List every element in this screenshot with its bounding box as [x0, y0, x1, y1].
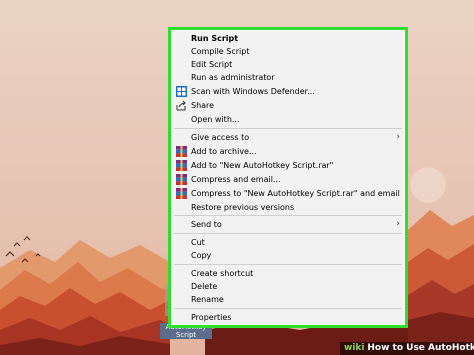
menu-item-label: Delete	[191, 282, 218, 291]
chevron-right-icon: ›	[396, 219, 400, 229]
menu-item-restore-previous-versions[interactable]: Restore previous versions	[172, 201, 404, 214]
winrar-icon	[176, 174, 187, 185]
menu-separator	[174, 215, 402, 216]
menu-item-label: Edit Script	[191, 60, 233, 69]
menu-item-cut[interactable]: Cut	[172, 236, 404, 249]
share-icon	[176, 100, 187, 111]
menu-item-label: Share	[191, 101, 215, 110]
menu-separator	[174, 308, 402, 309]
menu-item-label: Send to	[191, 220, 222, 229]
menu-item-properties[interactable]: Properties	[172, 311, 404, 324]
menu-item-delete[interactable]: Delete	[172, 280, 404, 293]
watermark-brand: wiki	[344, 343, 365, 353]
menu-item-label: Add to archive...	[191, 147, 257, 156]
winrar-icon	[176, 146, 187, 157]
menu-item-label: Copy	[191, 251, 212, 260]
menu-item-label: Compress and email...	[191, 175, 281, 184]
menu-item-label: Cut	[191, 238, 205, 247]
menu-item-edit-script[interactable]: Edit Script	[172, 58, 404, 71]
wikihow-watermark: wiki How to Use AutoHotkey	[340, 342, 474, 355]
menu-item-label: Give access to	[191, 133, 250, 142]
watermark-title: How to Use AutoHotkey	[367, 343, 474, 353]
menu-item-share[interactable]: Share	[172, 99, 404, 112]
menu-item-compress-and-email[interactable]: Compress and email...	[172, 173, 404, 186]
menu-item-send-to[interactable]: Send to ›	[172, 218, 404, 231]
menu-separator	[174, 128, 402, 129]
menu-separator	[174, 233, 402, 234]
winrar-icon	[176, 188, 187, 199]
menu-item-open-with[interactable]: Open with...	[172, 113, 404, 126]
menu-item-label: Create shortcut	[191, 269, 254, 278]
windows-defender-icon	[176, 86, 187, 97]
menu-item-label: Open with...	[191, 115, 240, 124]
menu-item-scan-windows-defender[interactable]: Scan with Windows Defender...	[172, 85, 404, 98]
menu-item-create-shortcut[interactable]: Create shortcut	[172, 267, 404, 280]
menu-item-label: Rename	[191, 295, 224, 304]
menu-separator	[174, 264, 402, 265]
menu-item-compress-to-rar-and-email[interactable]: Compress to "New AutoHotkey Script.rar" …	[172, 187, 404, 200]
menu-item-label: Restore previous versions	[191, 203, 295, 212]
chevron-right-icon: ›	[396, 132, 400, 142]
menu-item-run-script[interactable]: Run Script	[172, 32, 404, 45]
context-menu: Run Script Compile Script Edit Script Ru…	[172, 31, 404, 324]
menu-item-label: Properties	[191, 313, 232, 322]
menu-item-label: Compress to "New AutoHotkey Script.rar" …	[191, 189, 400, 198]
menu-item-rename[interactable]: Rename	[172, 293, 404, 306]
winrar-icon	[176, 160, 187, 171]
menu-item-label: Add to "New AutoHotkey Script.rar"	[191, 161, 334, 170]
menu-item-label: Compile Script	[191, 47, 250, 56]
menu-item-label: Run as administrator	[191, 73, 275, 82]
menu-item-add-to-archive[interactable]: Add to archive...	[172, 145, 404, 158]
menu-item-give-access-to[interactable]: Give access to ›	[172, 131, 404, 144]
menu-item-run-as-administrator[interactable]: Run as administrator	[172, 71, 404, 84]
menu-item-copy[interactable]: Copy	[172, 249, 404, 262]
menu-item-compile-script[interactable]: Compile Script	[172, 45, 404, 58]
file-label-line2: Script	[175, 331, 197, 339]
menu-item-label: Run Script	[191, 34, 239, 43]
menu-item-label: Scan with Windows Defender...	[191, 87, 315, 96]
menu-item-add-to-rar[interactable]: Add to "New AutoHotkey Script.rar"	[172, 159, 404, 172]
